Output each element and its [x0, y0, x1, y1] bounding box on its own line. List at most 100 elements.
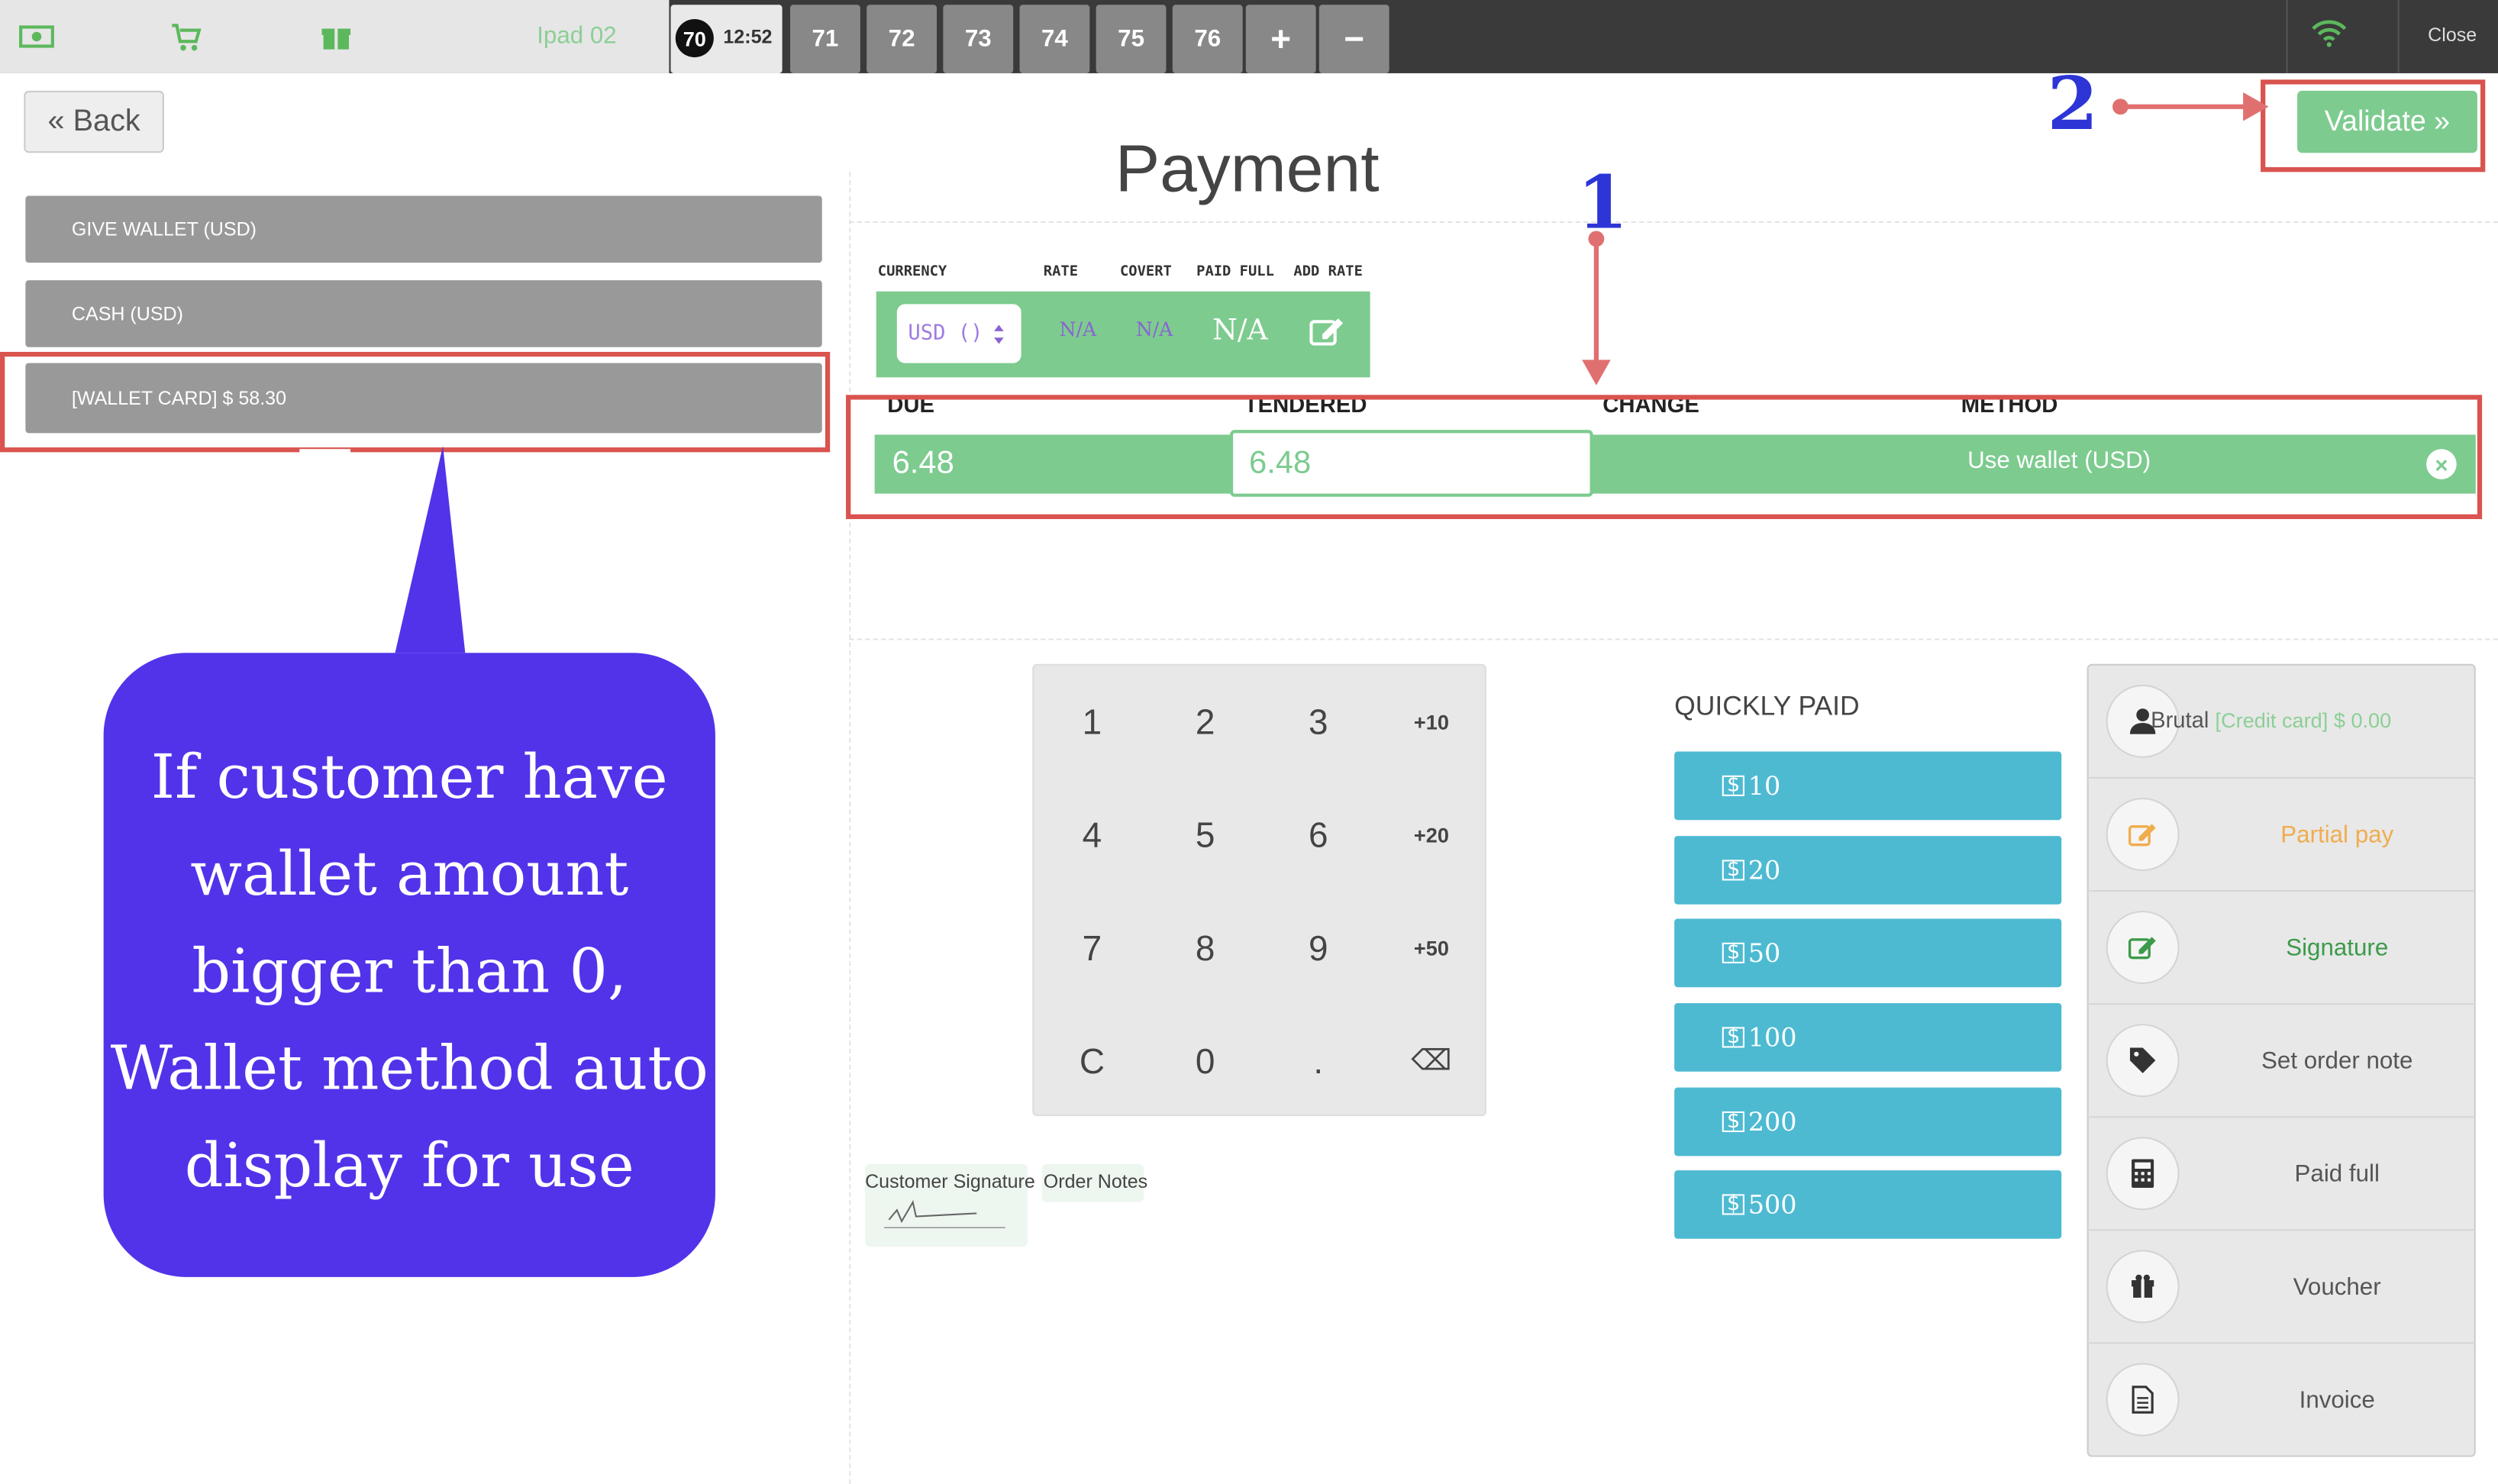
currency-select[interactable]: USD ()	[896, 304, 1021, 363]
annotation-marker-2: 2	[2047, 60, 2099, 147]
quick-pay-amount: 200	[1748, 1106, 1797, 1137]
paid-full-label: Paid full	[2294, 1160, 2380, 1189]
quick-pay-100-button[interactable]: $100	[1674, 1003, 2062, 1072]
currency-header: CURRENCY	[877, 264, 947, 281]
quickly-paid-title: QUICKLY PAID	[1674, 691, 1860, 721]
tab-table-76[interactable]: 76	[1172, 5, 1243, 73]
covert-value: N/A	[1135, 318, 1173, 341]
invoice-button[interactable]: Invoice	[2087, 1344, 2476, 1457]
edit-icon[interactable]	[1309, 317, 1344, 346]
tag-icon	[2106, 1024, 2180, 1098]
calculator-icon	[2106, 1137, 2180, 1211]
signature-edit-icon	[2106, 911, 2180, 985]
section-divider	[849, 221, 2498, 224]
numpad-key-0[interactable]: 0	[1149, 1005, 1262, 1118]
numpad-key-9[interactable]: 9	[1262, 892, 1375, 1005]
customer-button[interactable]: Brutal [Credit card] $ 0.00	[2087, 666, 2476, 779]
customer-detail: [Credit card] $ 0.00	[2215, 708, 2392, 733]
customer-signature-label: Customer Signature	[865, 1170, 1035, 1193]
signature-image	[884, 1199, 1005, 1229]
gift-icon	[2106, 1250, 2180, 1324]
numpad-key-3[interactable]: 3	[1262, 666, 1375, 779]
edit-icon	[2106, 798, 2180, 871]
paid-full-value: N/A	[1212, 313, 1268, 347]
voucher-button[interactable]: Voucher	[2087, 1231, 2476, 1344]
partial-pay-button[interactable]: Partial pay	[2087, 779, 2476, 892]
covert-header: COVERT	[1119, 264, 1172, 281]
numpad-key-2[interactable]: 2	[1149, 666, 1262, 779]
quick-pay-20-button[interactable]: $20	[1674, 836, 2062, 905]
set-order-note-label: Set order note	[2261, 1047, 2413, 1075]
backspace-icon[interactable]: ⌫	[1375, 1005, 1488, 1118]
numpad-key-8[interactable]: 8	[1149, 892, 1262, 1005]
tab-table-74[interactable]: 74	[1019, 5, 1090, 73]
quick-pay-50-button[interactable]: $50	[1674, 918, 2062, 988]
remove-table-button[interactable]: −	[1318, 5, 1389, 73]
currency-select-value: USD ()	[908, 321, 983, 346]
quick-pay-10-button[interactable]: $10	[1674, 751, 2062, 821]
money-icon: $	[1722, 1027, 1745, 1047]
active-table-number: 70	[675, 19, 714, 58]
invoice-label: Invoice	[2299, 1386, 2375, 1415]
numpad-key-5[interactable]: 5	[1149, 779, 1262, 892]
add-table-button[interactable]: +	[1245, 5, 1316, 73]
validate-highlight-box	[2261, 79, 2486, 173]
money-icon: $	[1722, 942, 1745, 963]
numpad-key-plus20[interactable]: +20	[1375, 779, 1488, 892]
numpad-key-plus10[interactable]: +10	[1375, 666, 1488, 779]
numpad: 1 2 3 +10 4 5 6 +20 7 8 9 +50 C 0 . ⌫	[1032, 663, 1488, 1118]
numpad-key-4[interactable]: 4	[1035, 779, 1148, 892]
quick-pay-200-button[interactable]: $200	[1674, 1087, 2062, 1157]
money-icon: $	[1722, 1111, 1745, 1133]
page-title: Payment	[1115, 131, 1380, 206]
money-icon: $	[1722, 1194, 1745, 1215]
set-order-note-button[interactable]: Set order note	[2087, 1005, 2476, 1118]
close-button[interactable]: Close	[2428, 24, 2477, 46]
divider	[2286, 0, 2288, 73]
pos-payment-screen: Ipad 02 70 12:52 71 72 73 74 75 76 + − C…	[0, 0, 2498, 1484]
numpad-key-plus50[interactable]: +50	[1375, 892, 1488, 1005]
order-notes-label: Order Notes	[1043, 1170, 1148, 1193]
signature-label: Signature	[2286, 934, 2389, 962]
paid-full-header: PAID FULL	[1196, 264, 1274, 281]
quick-pay-amount: 500	[1748, 1189, 1797, 1220]
back-button[interactable]: « Back	[24, 90, 164, 153]
tab-table-75[interactable]: 75	[1096, 5, 1167, 73]
tab-table-71[interactable]: 71	[790, 5, 860, 73]
numpad-key-clear[interactable]: C	[1035, 1005, 1148, 1118]
add-rate-header: ADD RATE	[1293, 264, 1363, 281]
annotation-callout: If customer have wallet amount bigger th…	[103, 653, 715, 1277]
section-divider	[849, 638, 2498, 640]
cart-icon[interactable]	[169, 19, 204, 54]
quick-pay-amount: 10	[1748, 770, 1781, 802]
quick-pay-amount: 50	[1748, 937, 1781, 969]
quick-pay-500-button[interactable]: $500	[1674, 1170, 2062, 1239]
numpad-key-7[interactable]: 7	[1035, 892, 1148, 1005]
document-icon	[2106, 1363, 2180, 1437]
method-give-wallet[interactable]: GIVE WALLET (USD)	[25, 195, 822, 263]
device-name: Ipad 02	[537, 22, 617, 50]
numpad-key-decimal[interactable]: .	[1262, 1005, 1375, 1118]
tab-table-72[interactable]: 72	[867, 5, 937, 73]
paid-full-button[interactable]: Paid full	[2087, 1118, 2476, 1231]
rate-header: RATE	[1043, 264, 1079, 281]
gift-icon[interactable]	[318, 19, 353, 54]
numpad-key-6[interactable]: 6	[1262, 779, 1375, 892]
numpad-key-1[interactable]: 1	[1035, 666, 1148, 779]
rate-value: N/A	[1059, 318, 1097, 341]
customer-name: Brutal	[2151, 707, 2209, 733]
payment-line-highlight-box	[846, 395, 2483, 519]
voucher-label: Voucher	[2293, 1273, 2381, 1302]
divider	[2397, 0, 2400, 73]
column-divider	[849, 172, 851, 1484]
wifi-icon	[2312, 20, 2347, 47]
quick-pay-amount: 100	[1748, 1022, 1797, 1053]
select-arrows-icon	[994, 324, 1004, 344]
cash-icon[interactable]	[19, 19, 54, 54]
money-icon: $	[1722, 860, 1745, 881]
partial-pay-label: Partial pay	[2280, 821, 2394, 849]
method-cash[interactable]: CASH (USD)	[25, 280, 822, 347]
signature-button[interactable]: Signature	[2087, 892, 2476, 1005]
wallet-card-highlight-box	[0, 351, 831, 453]
tab-table-73[interactable]: 73	[943, 5, 1014, 73]
